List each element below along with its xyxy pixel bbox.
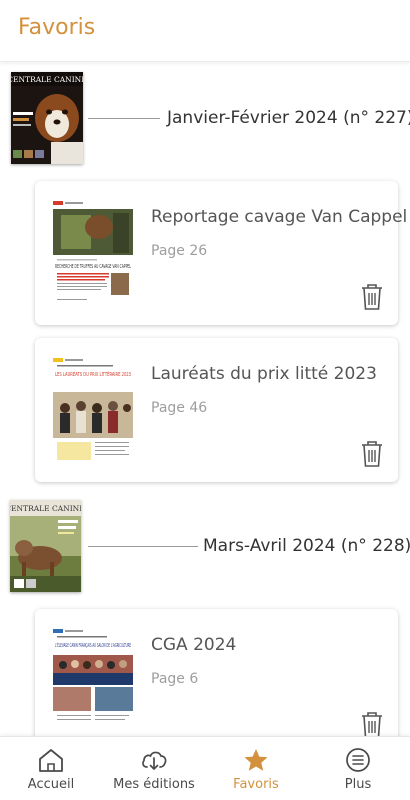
article-page-preview: RECHERCHE DE TRUFFES AU CAVAGE VAN CAPPE… [53, 199, 133, 309]
article-page-number: Page 26 [151, 243, 208, 259]
bottom-tab-bar: Accueil Mes éditions Favoris Plus [0, 736, 410, 800]
issue-header-228[interactable]: CENTRALE CANINE Mars-Avril 2024 (n° 228) [0, 500, 410, 592]
delete-favorite-button[interactable] [360, 283, 384, 311]
issue-header-227[interactable]: CENTRALE CANINE Janvier-Février 2024 (n°… [0, 72, 410, 164]
article-thumbnail[interactable]: L'ÉLEVAGE CANIN FRANÇAIS AU SALON DE L'A… [53, 627, 133, 736]
trash-icon [362, 441, 382, 467]
article-page-number: Page 46 [151, 400, 208, 416]
article-thumbnail[interactable]: LES LAURÉATS DU PRIX LITTÉRAIRE 2023 [53, 356, 133, 466]
trash-icon [362, 712, 382, 736]
issue-cover-228[interactable]: CENTRALE CANINE [10, 500, 81, 592]
issue-divider [88, 546, 198, 547]
thumbnail-headline: L'ÉLEVAGE CANIN FRANÇAIS AU SALON DE L'A… [55, 641, 131, 649]
cover-masthead: CENTRALE CANINE [10, 504, 81, 513]
thumbnail-headline: LES LAURÉATS DU PRIX LITTÉRAIRE 2023 [55, 370, 131, 378]
issue-title[interactable]: Mars-Avril 2024 (n° 228) [203, 536, 410, 556]
delete-favorite-button[interactable] [360, 440, 384, 468]
magazine-cover-image: CENTRALE CANINE [11, 72, 83, 164]
menu-icon [346, 748, 370, 772]
favorite-card[interactable]: L'ÉLEVAGE CANIN FRANÇAIS AU SALON DE L'A… [35, 609, 398, 736]
home-icon [39, 749, 63, 772]
tab-label: Mes éditions [113, 777, 195, 792]
delete-favorite-button[interactable] [360, 711, 384, 736]
tab-accueil[interactable]: Accueil [0, 737, 102, 800]
app-header: Favoris [0, 0, 410, 62]
star-icon [244, 749, 268, 771]
issue-cover-227[interactable]: CENTRALE CANINE [11, 72, 83, 164]
trash-icon [362, 284, 382, 310]
tab-label: Plus [344, 777, 372, 792]
article-title[interactable]: CGA 2024 [151, 635, 236, 655]
article-thumbnail[interactable]: RECHERCHE DE TRUFFES AU CAVAGE VAN CAPPE… [53, 199, 133, 309]
article-title[interactable]: Reportage cavage Van Cappel [151, 207, 407, 227]
tab-plus[interactable]: Plus [306, 737, 410, 800]
app-screen: Favoris CENTRALE CANINE Janvier-Février … [0, 0, 410, 800]
article-page-preview: L'ÉLEVAGE CANIN FRANÇAIS AU SALON DE L'A… [53, 627, 133, 736]
favorite-card[interactable]: RECHERCHE DE TRUFFES AU CAVAGE VAN CAPPE… [35, 181, 407, 325]
cover-masthead: CENTRALE CANINE [11, 75, 83, 84]
article-page-number: Page 6 [151, 671, 199, 687]
favorites-list[interactable]: CENTRALE CANINE Janvier-Février 2024 (n°… [0, 62, 410, 736]
tab-mes-editions[interactable]: Mes éditions [102, 737, 206, 800]
article-page-preview: LES LAURÉATS DU PRIX LITTÉRAIRE 2023 [53, 356, 133, 466]
tab-label: Accueil [27, 777, 75, 792]
magazine-cover-image: CENTRALE CANINE [10, 500, 81, 592]
page-title: Favoris [18, 15, 96, 40]
article-title[interactable]: Lauréats du prix litté 2023 [151, 364, 377, 384]
cloud-download-icon [142, 751, 167, 770]
tab-favoris[interactable]: Favoris [206, 737, 306, 800]
issue-divider [88, 118, 160, 119]
favorite-card[interactable]: LES LAURÉATS DU PRIX LITTÉRAIRE 2023 [35, 338, 398, 482]
issue-title[interactable]: Janvier-Février 2024 (n° 227) [167, 108, 410, 128]
thumbnail-headline: RECHERCHE DE TRUFFES AU CAVAGE VAN CAPPE… [55, 264, 131, 270]
tab-label: Favoris [233, 777, 279, 792]
